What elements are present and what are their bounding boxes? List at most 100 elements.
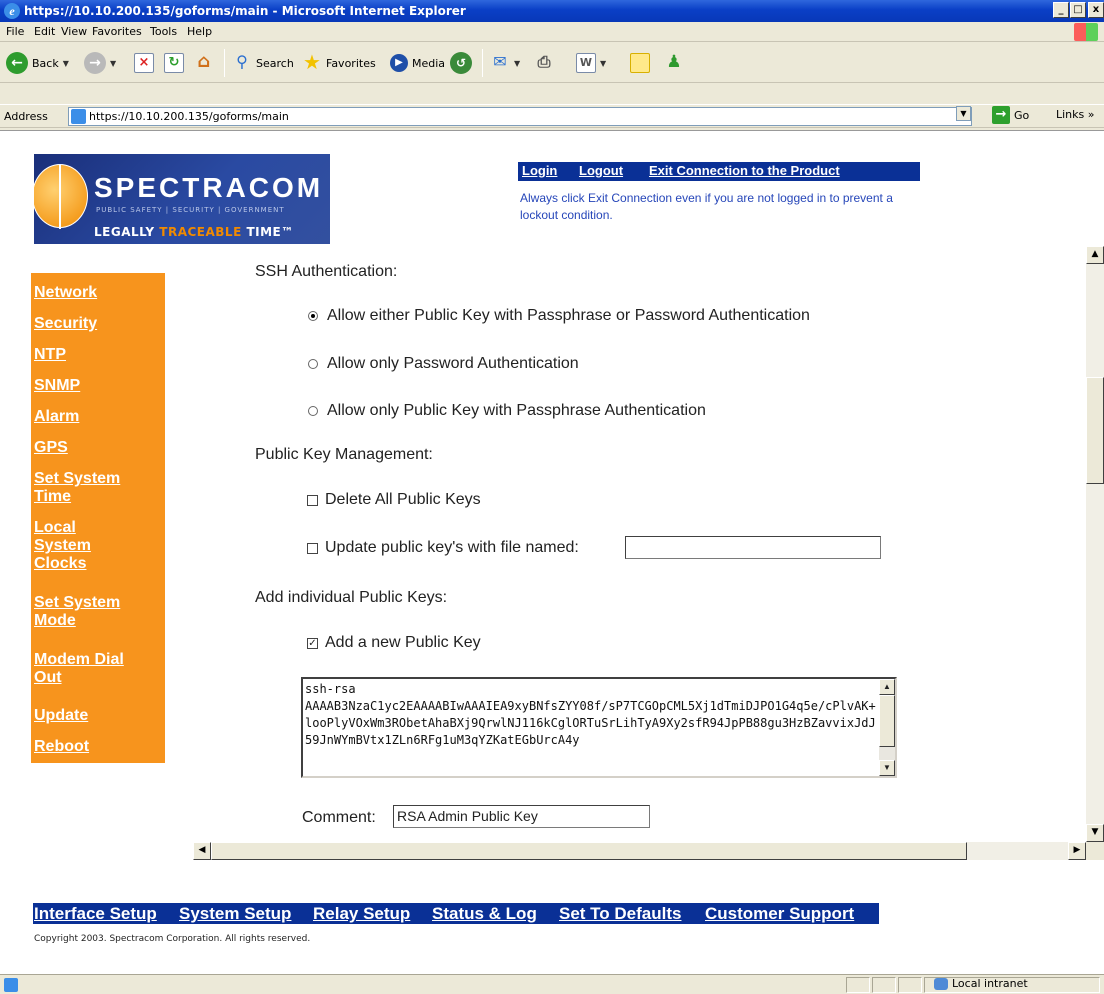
- textarea-scroll-down-icon[interactable]: ▼: [879, 760, 895, 776]
- textarea-scroll-thumb[interactable]: [879, 695, 895, 747]
- address-input[interactable]: https://10.10.200.135/goforms/main: [68, 107, 972, 126]
- back-dropdown-icon[interactable]: ▼: [63, 59, 69, 68]
- media-button[interactable]: ▶ Media: [390, 51, 445, 75]
- media-icon: ▶: [390, 54, 408, 72]
- frame-horizontal-scrollbar[interactable]: ◀ ▶: [193, 842, 1086, 860]
- messenger-button[interactable]: ♟: [664, 51, 684, 75]
- title-bar: e https://10.10.200.135/goforms/main - M…: [0, 0, 1104, 22]
- frame-scroll-right-icon[interactable]: ▶: [1068, 842, 1086, 860]
- textarea-scroll-up-icon[interactable]: ▲: [879, 679, 895, 695]
- auth-either-radio[interactable]: [308, 311, 318, 321]
- logo-name: SPECTRACOM: [94, 172, 324, 203]
- go-button[interactable]: → Go: [992, 105, 1029, 125]
- frame-vscroll-thumb[interactable]: [1086, 377, 1104, 484]
- menu-file[interactable]: File: [6, 25, 24, 38]
- forward-button[interactable]: → ▼: [84, 51, 116, 75]
- sidebar-item-snmp[interactable]: SNMP: [34, 377, 162, 395]
- page-status-icon: [4, 978, 18, 992]
- search-button[interactable]: ⚲ Search: [232, 51, 294, 75]
- intranet-icon: [934, 977, 948, 990]
- sidebar-item-ntp[interactable]: NTP: [34, 346, 162, 364]
- window-title: https://10.10.200.135/goforms/main - Mic…: [24, 4, 466, 18]
- auth-publickey-radio[interactable]: [308, 406, 318, 416]
- print-button[interactable]: ⎙: [534, 51, 554, 75]
- toolbar-separator: [224, 49, 225, 77]
- stop-button[interactable]: ×: [134, 51, 154, 75]
- frame-scroll-up-icon[interactable]: ▲: [1086, 246, 1104, 264]
- sidebar-item-set-system-mode[interactable]: Set System Mode: [34, 594, 144, 630]
- logout-link[interactable]: Logout: [577, 163, 626, 178]
- back-button[interactable]: ← Back ▼: [6, 51, 69, 75]
- refresh-button[interactable]: ↻: [164, 51, 184, 75]
- sidebar-item-set-system-time[interactable]: Set System Time: [34, 470, 144, 506]
- mail-button[interactable]: ✉ ▼: [490, 51, 520, 75]
- back-arrow-icon: ←: [6, 52, 28, 74]
- exit-connection-link[interactable]: Exit Connection to the Product: [647, 163, 842, 178]
- menu-favorites[interactable]: Favorites: [92, 25, 142, 38]
- menu-tools[interactable]: Tools: [150, 25, 177, 38]
- login-link[interactable]: Login: [520, 163, 560, 178]
- sidebar-item-security[interactable]: Security: [34, 315, 162, 333]
- address-dropdown-icon[interactable]: ▼: [956, 106, 971, 121]
- logo-tag-a: LEGALLY: [94, 225, 160, 239]
- public-key-textarea[interactable]: ssh-rsa AAAAB3NzaC1yc2EAAAABIwAAAIEA9xyB…: [301, 677, 897, 778]
- set-to-defaults-link[interactable]: Set To Defaults: [559, 903, 681, 924]
- delete-all-label: Delete All Public Keys: [325, 491, 481, 508]
- relay-setup-link[interactable]: Relay Setup: [313, 903, 410, 924]
- public-key-scrollbar[interactable]: ▲ ▼: [879, 679, 895, 776]
- update-file-checkbox[interactable]: [307, 543, 318, 554]
- frame-scroll-down-icon[interactable]: ▼: [1086, 824, 1104, 842]
- system-setup-link[interactable]: System Setup: [179, 903, 291, 924]
- menu-help[interactable]: Help: [187, 25, 212, 38]
- logo-disc-icon: [34, 164, 88, 229]
- favorites-star-icon: ★: [303, 50, 321, 74]
- edit-button[interactable]: W ▼: [576, 51, 606, 75]
- links-button[interactable]: Links »: [1056, 108, 1095, 121]
- mail-dropdown-icon[interactable]: ▼: [514, 59, 520, 68]
- minimize-button[interactable]: _: [1053, 2, 1069, 18]
- forward-dropdown-icon[interactable]: ▼: [110, 59, 116, 68]
- windows-logo-icon: [1074, 23, 1098, 41]
- favorites-label: Favorites: [326, 56, 376, 70]
- sidebar-item-local-system-clocks[interactable]: Local System Clocks: [34, 519, 104, 573]
- add-new-key-checkbox[interactable]: ✓: [307, 638, 318, 649]
- favorites-button[interactable]: ★ Favorites: [302, 51, 376, 75]
- menu-edit[interactable]: Edit: [34, 25, 55, 38]
- frame-scroll-left-icon[interactable]: ◀: [193, 842, 211, 860]
- history-button[interactable]: ↺: [450, 51, 472, 75]
- status-bar: Local intranet: [0, 974, 1104, 994]
- edit-dropdown-icon[interactable]: ▼: [600, 59, 606, 68]
- search-icon: ⚲: [236, 52, 248, 71]
- comment-input[interactable]: RSA Admin Public Key: [393, 805, 650, 828]
- sidebar-item-alarm[interactable]: Alarm: [34, 408, 162, 426]
- add-individual-heading: Add individual Public Keys:: [255, 589, 448, 606]
- sidebar-item-update[interactable]: Update: [34, 707, 162, 725]
- sidebar-item-reboot[interactable]: Reboot: [34, 738, 162, 756]
- auth-password-radio[interactable]: [308, 359, 318, 369]
- logo-tagline: LEGALLY TRACEABLE TIME™: [94, 225, 294, 239]
- home-icon: ⌂: [197, 51, 211, 72]
- maximize-button[interactable]: □: [1070, 2, 1086, 18]
- status-pane: [846, 977, 870, 993]
- menu-view[interactable]: View: [61, 25, 87, 38]
- back-label: Back: [32, 56, 59, 70]
- close-button[interactable]: x: [1088, 2, 1104, 18]
- lockout-message: Always click Exit Connection even if you…: [520, 191, 893, 222]
- ssh-auth-heading: SSH Authentication:: [255, 263, 398, 280]
- ie-logo-icon: e: [4, 3, 20, 19]
- frame-vertical-scrollbar[interactable]: ▲ ▼: [1086, 246, 1104, 842]
- public-key-text: ssh-rsa AAAAB3NzaC1yc2EAAAABIwAAAIEA9xyB…: [305, 682, 876, 747]
- delete-all-checkbox[interactable]: [307, 495, 318, 506]
- home-button[interactable]: ⌂: [194, 51, 214, 75]
- sidebar-item-modem-dial-out[interactable]: Modem Dial Out: [34, 651, 144, 687]
- sidebar-item-network[interactable]: Network: [34, 284, 162, 302]
- sidebar-nav: Network Security NTP SNMP Alarm GPS Set …: [31, 273, 165, 763]
- interface-setup-link[interactable]: Interface Setup: [34, 903, 157, 924]
- frame-hscroll-thumb[interactable]: [211, 842, 967, 860]
- status-log-link[interactable]: Status & Log: [432, 903, 537, 924]
- discuss-button[interactable]: [630, 51, 650, 75]
- customer-support-link[interactable]: Customer Support: [705, 903, 854, 924]
- bottom-nav: Interface Setup System Setup Relay Setup…: [33, 903, 879, 924]
- sidebar-item-gps[interactable]: GPS: [34, 439, 130, 457]
- update-file-input[interactable]: [625, 536, 881, 559]
